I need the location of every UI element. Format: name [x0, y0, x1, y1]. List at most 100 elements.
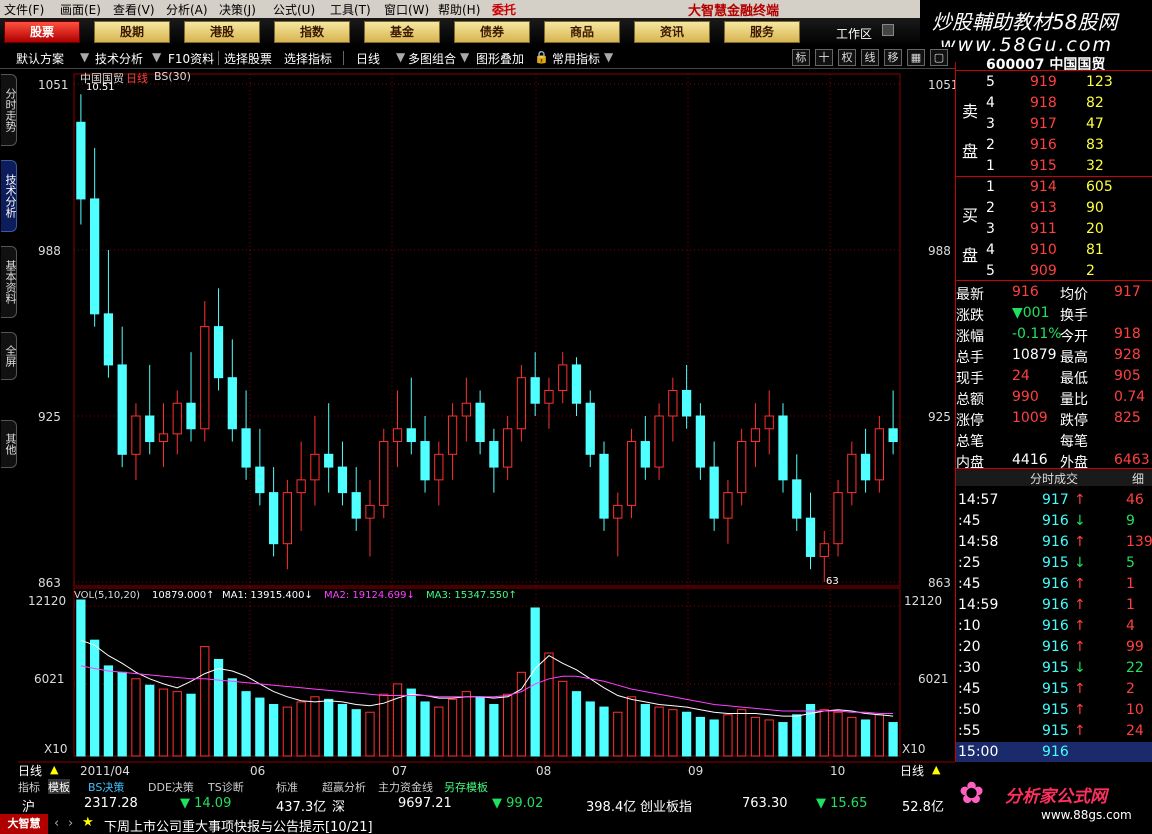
tick-row-cell: 46 [1126, 492, 1144, 508]
period-left[interactable]: 日线 [18, 762, 42, 779]
brand-badge[interactable]: 大智慧 [0, 814, 48, 834]
stat-row-cell: 跌停 [1060, 413, 1088, 429]
news-next-icon[interactable]: › [68, 816, 73, 831]
select-indicator-button[interactable]: 选择指标 [284, 50, 332, 67]
price-tick-left: 988 [38, 244, 61, 258]
volume-bar [819, 709, 829, 757]
overlay-button[interactable]: 图形叠加 [476, 50, 524, 67]
tab-main-fund-line[interactable]: 主力资金线 [378, 779, 433, 795]
scheme-select[interactable]: 默认方案 [16, 50, 64, 67]
menu-view[interactable]: 查看(V) [113, 1, 155, 18]
crosshair-icon[interactable]: 十 [815, 49, 833, 66]
candle-body [282, 492, 293, 545]
volume-bar [475, 696, 485, 757]
stat-row-cell: 10879 [1012, 347, 1057, 363]
buy-order-row: 1 914 605 [956, 177, 1152, 198]
tab-fundamentals[interactable]: 基本资料 [1, 246, 17, 318]
tab-bs-decision[interactable]: BS决策 [88, 779, 124, 795]
multi-chart-button[interactable]: 多图组合 [408, 50, 456, 67]
menu-file[interactable]: 文件(F) [4, 1, 44, 18]
common-dropdown-icon[interactable]: ▼ [604, 50, 613, 64]
tab-commodity[interactable]: 商品 [544, 21, 620, 43]
stat-row-cell: 涨幅 [956, 329, 984, 345]
buy-order-row: 4 910 81 [956, 240, 1152, 261]
menu-formula[interactable]: 公式(U) [273, 1, 315, 18]
select-stock-button[interactable]: 选择股票 [224, 50, 272, 67]
sell-order-row-cell: 3 [986, 116, 995, 132]
candle-body [778, 415, 788, 481]
workspace-menu-icon[interactable] [882, 24, 894, 36]
candle-body [585, 402, 595, 455]
tab-intraday[interactable]: 分时走势 [1, 74, 17, 146]
menu-screen[interactable]: 画面(E) [60, 1, 101, 18]
candlestick-series [76, 94, 898, 582]
tab-dde-decision[interactable]: DDE决策 [148, 779, 194, 795]
menu-window[interactable]: 窗口(W) [384, 1, 429, 18]
candle-body [227, 377, 237, 430]
grid-icon[interactable]: ▦ [907, 49, 925, 66]
tech-analysis-select[interactable]: 技术分析 [95, 50, 143, 67]
tab-technical[interactable]: 技术分析 [1, 160, 17, 232]
tab-indicator[interactable]: 指标 [18, 779, 40, 795]
tab-futures[interactable]: 股期 [94, 21, 170, 43]
left-vertical-tabs: 分时走势 技术分析 基本资料 全屏 其他 [0, 70, 18, 760]
period-right[interactable]: 日线 [900, 762, 924, 779]
volume-bar [337, 704, 348, 757]
tab-hk[interactable]: 港股 [184, 21, 260, 43]
x-label: 10 [830, 764, 846, 778]
menu-analysis[interactable]: 分析(A) [166, 1, 208, 18]
tech-dropdown-icon[interactable]: ▼ [152, 50, 161, 64]
candle-body [475, 402, 485, 443]
period-left-arrow-icon[interactable]: ▲ [50, 763, 58, 776]
menu-trade[interactable]: 委托 [492, 1, 516, 18]
period-right-arrow-icon[interactable]: ▲ [932, 763, 940, 776]
tick-row: :20 916 ↑ 99 [956, 637, 1152, 658]
tab-news[interactable]: 资讯 [634, 21, 710, 43]
multi-dropdown-icon[interactable]: ▼ [460, 50, 469, 64]
tab-index[interactable]: 指数 [274, 21, 350, 43]
tab-fullscreen[interactable]: 全屏 [1, 332, 17, 380]
menu-tools[interactable]: 工具(T) [330, 1, 371, 18]
vol-tick-left: 6021 [34, 672, 65, 686]
flower-icon: ✿ [959, 776, 985, 811]
rights-icon[interactable]: 权 [838, 49, 856, 66]
menu-decision[interactable]: 决策(J) [219, 1, 256, 18]
period-select[interactable]: 日线 [356, 50, 380, 67]
restore-icon[interactable]: ▢ [930, 49, 948, 66]
workspace-label[interactable]: 工作区 [836, 25, 872, 42]
tab-bond[interactable]: 债券 [454, 21, 530, 43]
tab-service[interactable]: 服务 [724, 21, 800, 43]
buy-order-row: 3 911 20 [956, 219, 1152, 240]
candle-body [337, 466, 348, 494]
stat-row-cell: 24 [1012, 368, 1030, 384]
tab-other[interactable]: 其他 [1, 420, 17, 468]
tab-template[interactable]: 模板 [48, 779, 70, 795]
volume-bar [324, 698, 334, 757]
buy-order-row-cell: 3 [986, 221, 995, 237]
tick-row-cell: 916 [1042, 639, 1069, 655]
tab-save-template[interactable]: 另存模板 [444, 779, 488, 795]
kline-chart[interactable]: 中国国贸 日线 BS(30) 10.51 1051 988 925 863 10… [18, 70, 959, 778]
candle-body [145, 415, 155, 443]
tab-stock[interactable]: 股票 [4, 21, 80, 43]
tab-fund[interactable]: 基金 [364, 21, 440, 43]
tab-ts-diagnosis[interactable]: TS诊断 [208, 779, 244, 795]
f10-button[interactable]: F10资料 [168, 50, 214, 67]
lock-icon[interactable]: 🔒 [534, 50, 549, 64]
buy-order-row-cell: 914 [1030, 179, 1057, 195]
news-prev-icon[interactable]: ‹ [54, 816, 59, 831]
tab-standard[interactable]: 标准 [276, 779, 298, 795]
line-icon[interactable]: 线 [861, 49, 879, 66]
mark-icon[interactable]: 标 [792, 49, 810, 66]
ticks-detail-button[interactable]: 细 [1132, 470, 1144, 487]
quote-panel: 600007 中国国贸 卖盘 买盘 分时成交 细 5 919 123 4 918 82 3 9… [955, 57, 1152, 763]
candle-body [241, 428, 251, 468]
common-indicator-button[interactable]: 常用指标 [552, 50, 600, 67]
stat-row-cell: 每笔 [1060, 434, 1088, 450]
move-icon[interactable]: 移 [884, 49, 902, 66]
news-headline[interactable]: 下周上市公司重大事项快报与公告提示[10/21] [104, 816, 373, 834]
scheme-dropdown-icon[interactable]: ▼ [80, 50, 89, 64]
menu-help[interactable]: 帮助(H) [438, 1, 480, 18]
period-dropdown-icon[interactable]: ▼ [396, 50, 405, 64]
tab-super-analysis[interactable]: 超赢分析 [322, 779, 366, 795]
